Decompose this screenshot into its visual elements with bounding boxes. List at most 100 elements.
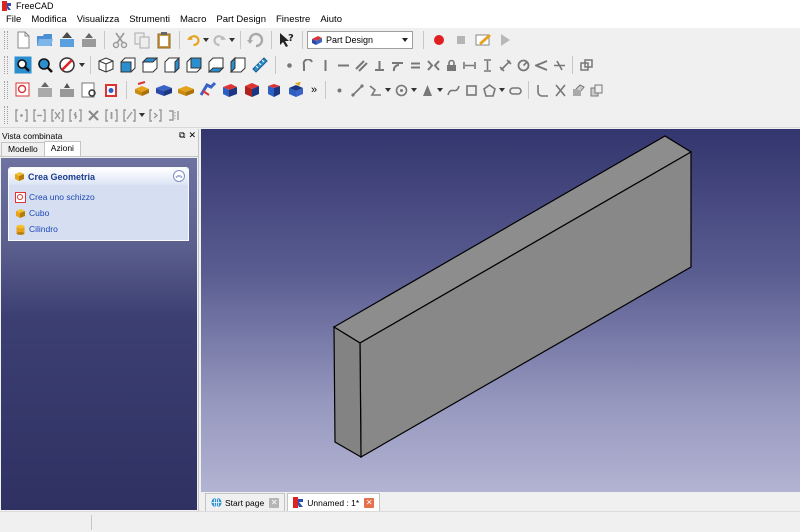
constrain-radius-button[interactable]	[514, 54, 532, 76]
constrain-horizontal-button[interactable]	[334, 54, 352, 76]
view-right-button[interactable]	[161, 54, 183, 76]
view-bottom-button[interactable]	[205, 54, 227, 76]
select-constraints-button[interactable]	[12, 104, 30, 126]
chamfer-button[interactable]	[241, 79, 263, 101]
tab-start-page[interactable]: Start page ✕	[205, 493, 286, 511]
constrain-angle-button[interactable]	[532, 54, 550, 76]
toggle-construction-button[interactable]	[550, 54, 568, 76]
fit-selection-button[interactable]	[34, 54, 56, 76]
clone-button[interactable]	[577, 54, 595, 76]
constrain-equal-button[interactable]	[406, 54, 424, 76]
close-icon[interactable]: ✕	[364, 497, 375, 508]
constrain-symmetric-button[interactable]	[424, 54, 442, 76]
undo-button[interactable]	[184, 29, 202, 51]
macro-edit-button[interactable]	[472, 29, 494, 51]
constrain-tangent-button[interactable]	[388, 54, 406, 76]
menu-part-design[interactable]: Part Design	[211, 12, 271, 28]
save-as-button[interactable]	[78, 29, 100, 51]
create-slot-button[interactable]	[506, 79, 524, 101]
toolbar-grip[interactable]	[4, 81, 8, 99]
fit-all-button[interactable]	[12, 54, 34, 76]
cut-button[interactable]	[109, 29, 131, 51]
sketch-arc-button[interactable]	[298, 54, 316, 76]
menu-aiuto[interactable]: Aiuto	[315, 12, 347, 28]
constrain-perpendicular-button[interactable]	[370, 54, 388, 76]
view-isometric-button[interactable]	[95, 54, 117, 76]
task-group-header[interactable]: Crea Geometria ︽	[9, 168, 188, 185]
save-button[interactable]	[56, 29, 78, 51]
paste-button[interactable]	[153, 29, 175, 51]
draw-style-dropdown-caret[interactable]	[78, 54, 86, 76]
sketch-point-button[interactable]	[280, 54, 298, 76]
select-vertical-axis-button[interactable]	[48, 104, 66, 126]
draft-button[interactable]	[263, 79, 285, 101]
task-item-crea-uno-schizzo[interactable]: Crea uno schizzo	[15, 189, 188, 205]
toolbar-grip[interactable]	[4, 31, 8, 49]
view-left-button[interactable]	[227, 54, 249, 76]
macro-stop-button[interactable]	[450, 29, 472, 51]
box-side-face[interactable]	[333, 325, 362, 459]
create-bspline-button[interactable]	[444, 79, 462, 101]
delete-constraints-button[interactable]	[84, 104, 102, 126]
tab-modello[interactable]: Modello	[1, 142, 45, 156]
menu-macro[interactable]: Macro	[175, 12, 211, 28]
toolbar-grip[interactable]	[4, 56, 8, 74]
show-hide-internal-geometry-button[interactable]	[146, 104, 164, 126]
symmetry-button[interactable]	[164, 104, 182, 126]
polyline-dropdown-caret[interactable]	[384, 79, 392, 101]
create-rectangle-button[interactable]	[462, 79, 480, 101]
polygon-dropdown-caret[interactable]	[498, 79, 506, 101]
fillet-button[interactable]	[219, 79, 241, 101]
select-redundant-button[interactable]	[102, 104, 120, 126]
create-fillet-button[interactable]	[533, 79, 551, 101]
macro-run-button[interactable]	[494, 29, 516, 51]
copy-button[interactable]	[131, 29, 153, 51]
select-conflicting-button[interactable]	[120, 104, 138, 126]
constrain-lock-button[interactable]	[442, 54, 460, 76]
constrain-horizontal-distance-button[interactable]	[460, 54, 478, 76]
3d-model-box[interactable]	[201, 129, 800, 492]
view-sketch-button[interactable]	[78, 79, 100, 101]
task-item-cubo[interactable]: Cubo	[15, 205, 188, 221]
toolbar-grip[interactable]	[4, 106, 8, 124]
view-front-button[interactable]	[117, 54, 139, 76]
create-sketch-button[interactable]	[12, 79, 34, 101]
pocket-button[interactable]	[153, 79, 175, 101]
circle-dropdown-caret[interactable]	[410, 79, 418, 101]
select-horizontal-axis-button[interactable]	[66, 104, 84, 126]
close-icon[interactable]: ✕	[269, 497, 280, 508]
menu-strumenti[interactable]: Strumenti	[124, 12, 175, 28]
toolbar-overflow-button[interactable]: »	[307, 84, 321, 96]
constrain-parallel-button[interactable]	[352, 54, 370, 76]
map-sketch-button[interactable]	[56, 79, 78, 101]
open-button[interactable]	[34, 29, 56, 51]
revolution-button[interactable]	[175, 79, 197, 101]
menu-visualizza[interactable]: Visualizza	[72, 12, 125, 28]
draw-style-button[interactable]	[56, 54, 78, 76]
macro-record-button[interactable]	[428, 29, 450, 51]
tab-azioni[interactable]: Azioni	[43, 141, 81, 156]
float-panel-icon[interactable]: ⧉	[179, 130, 185, 141]
menu-finestre[interactable]: Finestre	[271, 12, 315, 28]
constrain-vertical-distance-button[interactable]	[478, 54, 496, 76]
whats-this-button[interactable]: ?	[276, 29, 298, 51]
workbench-selector[interactable]: Part Design	[307, 31, 413, 49]
create-polygon-button[interactable]	[480, 79, 498, 101]
redo-button[interactable]	[210, 29, 228, 51]
3d-viewport[interactable]	[201, 129, 800, 492]
create-circle-button[interactable]	[392, 79, 410, 101]
menu-modifica[interactable]: Modifica	[26, 12, 71, 28]
select-dropdown-caret[interactable]	[138, 104, 146, 126]
constrain-vertical-button[interactable]	[316, 54, 334, 76]
trim-button[interactable]	[551, 79, 569, 101]
validate-sketch-button[interactable]	[34, 79, 56, 101]
view-rear-button[interactable]	[183, 54, 205, 76]
measure-distance-button[interactable]	[249, 54, 271, 76]
undo-dropdown-caret[interactable]	[202, 29, 210, 51]
collapse-icon[interactable]: ︽	[173, 170, 185, 182]
constrain-distance-button[interactable]	[496, 54, 514, 76]
create-polyline-button[interactable]	[366, 79, 384, 101]
thickness-button[interactable]	[285, 79, 307, 101]
conic-dropdown-caret[interactable]	[436, 79, 444, 101]
carbon-copy-button[interactable]	[587, 79, 605, 101]
